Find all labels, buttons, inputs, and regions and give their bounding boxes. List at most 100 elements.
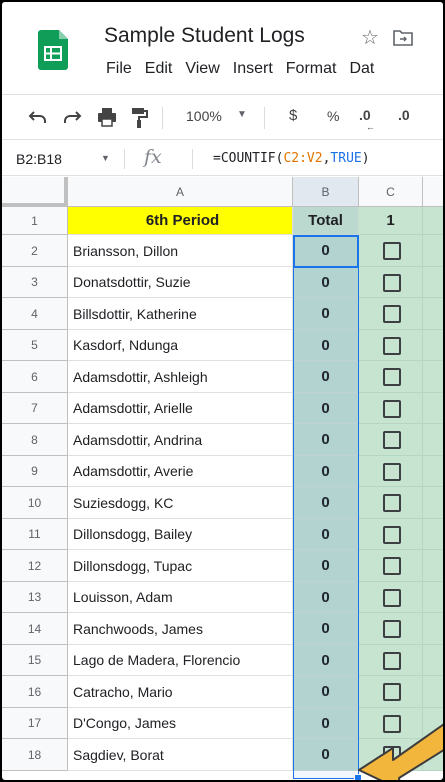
grid-cell[interactable]: [423, 708, 443, 739]
total-cell[interactable]: 0: [293, 645, 359, 676]
print-icon[interactable]: [97, 107, 117, 127]
header-cell-d[interactable]: [423, 207, 443, 235]
zoom-dropdown-icon[interactable]: ▼: [237, 109, 247, 120]
formula-input[interactable]: =COUNTIF(C2:V2,TRUE): [213, 151, 370, 166]
grid-cell[interactable]: [423, 267, 443, 298]
attendance-checkbox[interactable]: [383, 400, 401, 418]
total-cell[interactable]: 0: [293, 708, 359, 739]
total-cell[interactable]: 0: [293, 456, 359, 487]
attendance-checkbox[interactable]: [383, 242, 401, 260]
checkbox-cell[interactable]: [359, 361, 423, 393]
checkbox-cell[interactable]: [359, 613, 423, 645]
attendance-checkbox[interactable]: [383, 557, 401, 575]
row-header[interactable]: 16: [2, 676, 68, 708]
row-header[interactable]: 17: [2, 708, 68, 739]
sheets-logo-icon[interactable]: [38, 30, 68, 70]
checkbox-cell[interactable]: [359, 456, 423, 487]
grid-cell[interactable]: [423, 424, 443, 456]
menu-file[interactable]: File: [106, 60, 132, 77]
student-name-cell[interactable]: Louisson, Adam: [68, 582, 293, 613]
row-header[interactable]: 10: [2, 487, 68, 519]
checkbox-cell[interactable]: [359, 550, 423, 582]
menu-view[interactable]: View: [185, 60, 219, 77]
student-name-cell[interactable]: Billsdottir, Katherine: [68, 298, 293, 330]
grid-cell[interactable]: [423, 676, 443, 708]
row-header[interactable]: 11: [2, 519, 68, 550]
menu-data[interactable]: Dat: [349, 60, 374, 77]
grid-cell[interactable]: [423, 645, 443, 676]
total-cell[interactable]: 0: [293, 267, 359, 298]
zoom-select[interactable]: 100%: [186, 108, 222, 124]
name-box[interactable]: B2:B18: [16, 151, 62, 167]
menu-insert[interactable]: Insert: [233, 60, 273, 77]
header-cell-total[interactable]: Total: [293, 207, 359, 235]
grid-cell[interactable]: [423, 235, 443, 267]
header-cell-day-1[interactable]: 1: [359, 207, 423, 235]
grid-cell[interactable]: [423, 582, 443, 613]
total-cell[interactable]: 0: [293, 235, 359, 267]
row-header[interactable]: 12: [2, 550, 68, 582]
paint-format-icon[interactable]: [130, 107, 148, 129]
student-name-cell[interactable]: Dillonsdogg, Bailey: [68, 519, 293, 550]
increase-decimal-button[interactable]: .0: [398, 107, 410, 123]
grid-cell[interactable]: [423, 487, 443, 519]
grid-cell[interactable]: [423, 330, 443, 361]
total-cell[interactable]: 0: [293, 424, 359, 456]
total-cell[interactable]: 0: [293, 330, 359, 361]
currency-format-button[interactable]: $: [289, 107, 297, 124]
menu-edit[interactable]: Edit: [145, 60, 173, 77]
total-cell[interactable]: 0: [293, 487, 359, 519]
row-header[interactable]: 5: [2, 330, 68, 361]
checkbox-cell[interactable]: [359, 739, 423, 771]
document-title[interactable]: Sample Student Logs: [104, 24, 305, 48]
student-name-cell[interactable]: Adamsdottir, Ashleigh: [68, 361, 293, 393]
decrease-decimal-button[interactable]: .0: [359, 107, 371, 123]
attendance-checkbox[interactable]: [383, 683, 401, 701]
grid-cell[interactable]: [423, 456, 443, 487]
checkbox-cell[interactable]: [359, 267, 423, 298]
checkbox-cell[interactable]: [359, 235, 423, 267]
attendance-checkbox[interactable]: [383, 715, 401, 733]
checkbox-cell[interactable]: [359, 298, 423, 330]
student-name-cell[interactable]: Adamsdottir, Averie: [68, 456, 293, 487]
checkbox-cell[interactable]: [359, 424, 423, 456]
total-cell[interactable]: 0: [293, 739, 359, 771]
header-cell-period[interactable]: 6th Period: [68, 207, 293, 235]
student-name-cell[interactable]: Suziesdogg, KC: [68, 487, 293, 519]
student-name-cell[interactable]: D'Congo, James: [68, 708, 293, 739]
select-all-corner[interactable]: [2, 177, 68, 207]
menu-format[interactable]: Format: [286, 60, 337, 77]
move-folder-icon[interactable]: [393, 28, 413, 46]
student-name-cell[interactable]: Adamsdottir, Arielle: [68, 393, 293, 424]
grid-cell[interactable]: [423, 298, 443, 330]
attendance-checkbox[interactable]: [383, 746, 401, 764]
total-cell[interactable]: 0: [293, 361, 359, 393]
attendance-checkbox[interactable]: [383, 652, 401, 670]
row-header[interactable]: 6: [2, 361, 68, 393]
grid-cell[interactable]: [423, 550, 443, 582]
column-header-a[interactable]: A: [68, 177, 293, 207]
checkbox-cell[interactable]: [359, 582, 423, 613]
row-header[interactable]: 18: [2, 739, 68, 771]
checkbox-cell[interactable]: [359, 645, 423, 676]
student-name-cell[interactable]: Catracho, Mario: [68, 676, 293, 708]
row-header[interactable]: 15: [2, 645, 68, 676]
student-name-cell[interactable]: Sagdiev, Borat: [68, 739, 293, 771]
total-cell[interactable]: 0: [293, 613, 359, 645]
checkbox-cell[interactable]: [359, 676, 423, 708]
student-name-cell[interactable]: Lago de Madera, Florencio: [68, 645, 293, 676]
row-header[interactable]: 8: [2, 424, 68, 456]
row-header[interactable]: 1: [2, 207, 68, 235]
row-header[interactable]: 2: [2, 235, 68, 267]
percent-format-button[interactable]: %: [327, 108, 339, 124]
total-cell[interactable]: 0: [293, 519, 359, 550]
attendance-checkbox[interactable]: [383, 337, 401, 355]
grid-cell[interactable]: [423, 393, 443, 424]
row-header[interactable]: 13: [2, 582, 68, 613]
star-icon[interactable]: ☆: [361, 25, 379, 50]
attendance-checkbox[interactable]: [383, 620, 401, 638]
column-header-b[interactable]: B: [293, 177, 359, 207]
attendance-checkbox[interactable]: [383, 368, 401, 386]
grid-cell[interactable]: [423, 361, 443, 393]
column-header-c[interactable]: C: [359, 177, 423, 207]
